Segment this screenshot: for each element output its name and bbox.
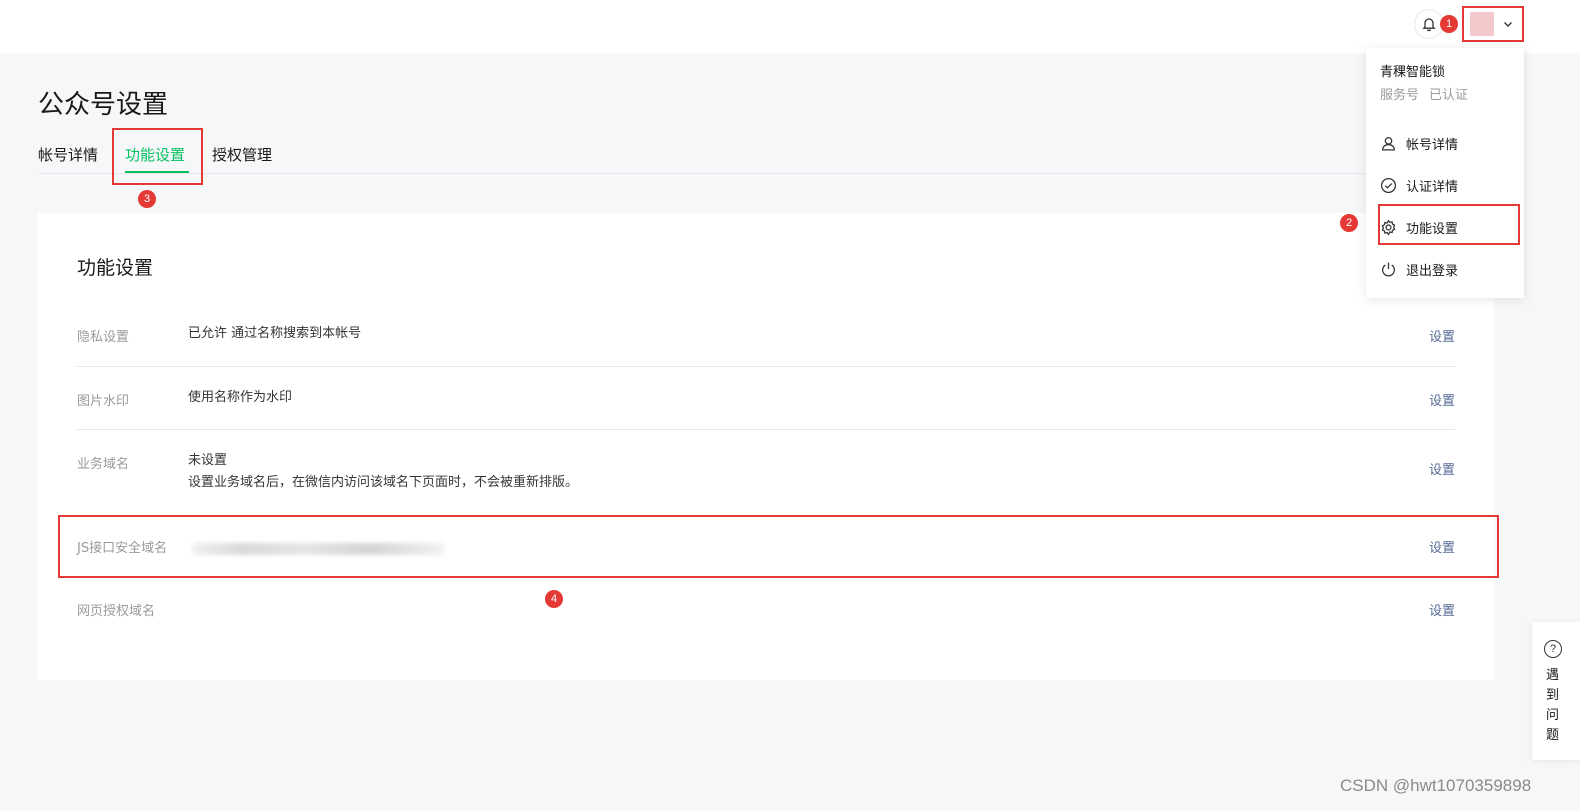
annotation-marker-3: 3	[138, 190, 156, 208]
watermark-set-link[interactable]: 设置	[1429, 390, 1455, 409]
oauth-domain-set-link[interactable]: 设置	[1429, 600, 1455, 619]
privacy-set-link[interactable]: 设置	[1429, 326, 1455, 345]
user-icon	[1382, 136, 1395, 151]
account-type: 服务号	[1380, 88, 1420, 103]
tab-bar: 帐号详情 功能设置 授权管理	[38, 140, 1494, 174]
page-title: 公众号设置	[38, 90, 169, 120]
setting-label: 业务域名	[77, 457, 130, 472]
help-icon: ?	[1544, 640, 1562, 658]
account-meta: 服务号 已认证	[1380, 84, 1468, 103]
annotation-highlight-js-domain	[58, 515, 1499, 578]
setting-row-business-domain: 业务域名 未设置 设置业务域名后，在微信内访问该域名下页面时，不会被重新排版。 …	[77, 430, 1455, 515]
top-bar	[0, 0, 1580, 53]
setting-value: 已允许 通过名称搜索到本帐号	[188, 326, 362, 341]
tab-account-details[interactable]: 帐号详情	[38, 144, 98, 165]
power-icon	[1382, 262, 1395, 276]
setting-value: 使用名称作为水印	[188, 390, 293, 405]
card-title: 功能设置	[77, 257, 154, 279]
business-domain-set-link[interactable]: 设置	[1429, 459, 1455, 478]
setting-label: 图片水印	[77, 394, 130, 409]
account-dropdown: 青稞智能锁 服务号 已认证 帐号详情 认证详情 功能设置 退出登录	[1366, 48, 1524, 298]
setting-label: 隐私设置	[77, 330, 130, 345]
bell-icon	[1422, 18, 1436, 32]
menu-item-verification-details[interactable]: 认证详情	[1380, 174, 1510, 196]
account-status: 已认证	[1429, 88, 1469, 103]
setting-value: 未设置	[188, 453, 228, 468]
annotation-highlight-menu-item	[1378, 204, 1520, 245]
check-circle-icon	[1380, 177, 1397, 193]
menu-item-label: 认证详情	[1406, 179, 1459, 195]
settings-card: 功能设置 隐私设置 已允许 通过名称搜索到本帐号 设置 图片水印 使用名称作为水…	[38, 213, 1494, 680]
account-menu-button[interactable]	[1462, 6, 1524, 42]
help-label: 遇到问题	[1546, 668, 1560, 743]
account-name: 青稞智能锁	[1380, 65, 1446, 80]
menu-item-logout[interactable]: 退出登录	[1380, 258, 1510, 280]
help-widget[interactable]: ? 遇到问题	[1532, 622, 1580, 760]
menu-item-label: 帐号详情	[1406, 137, 1459, 153]
annotation-marker-4: 4	[545, 590, 563, 608]
setting-row-oauth-domain: 网页授权域名 设置	[77, 586, 1455, 636]
avatar	[1470, 12, 1494, 36]
setting-row-watermark: 图片水印 使用名称作为水印 设置	[77, 367, 1455, 430]
watermark-text: CSDN @hwt1070359898	[1340, 776, 1532, 795]
menu-item-account-details[interactable]: 帐号详情	[1380, 132, 1510, 154]
annotation-highlight-tab	[112, 128, 203, 185]
tab-authorization-management[interactable]: 授权管理	[212, 144, 272, 165]
annotation-marker-1: 1	[1440, 15, 1458, 33]
chevron-down-icon	[1504, 22, 1512, 27]
menu-item-label: 退出登录	[1406, 263, 1459, 279]
setting-label: 网页授权域名	[77, 604, 156, 619]
setting-row-privacy: 隐私设置 已允许 通过名称搜索到本帐号 设置	[77, 304, 1455, 367]
setting-description: 设置业务域名后，在微信内访问该域名下页面时，不会被重新排版。	[188, 475, 579, 490]
annotation-marker-2: 2	[1340, 214, 1358, 232]
